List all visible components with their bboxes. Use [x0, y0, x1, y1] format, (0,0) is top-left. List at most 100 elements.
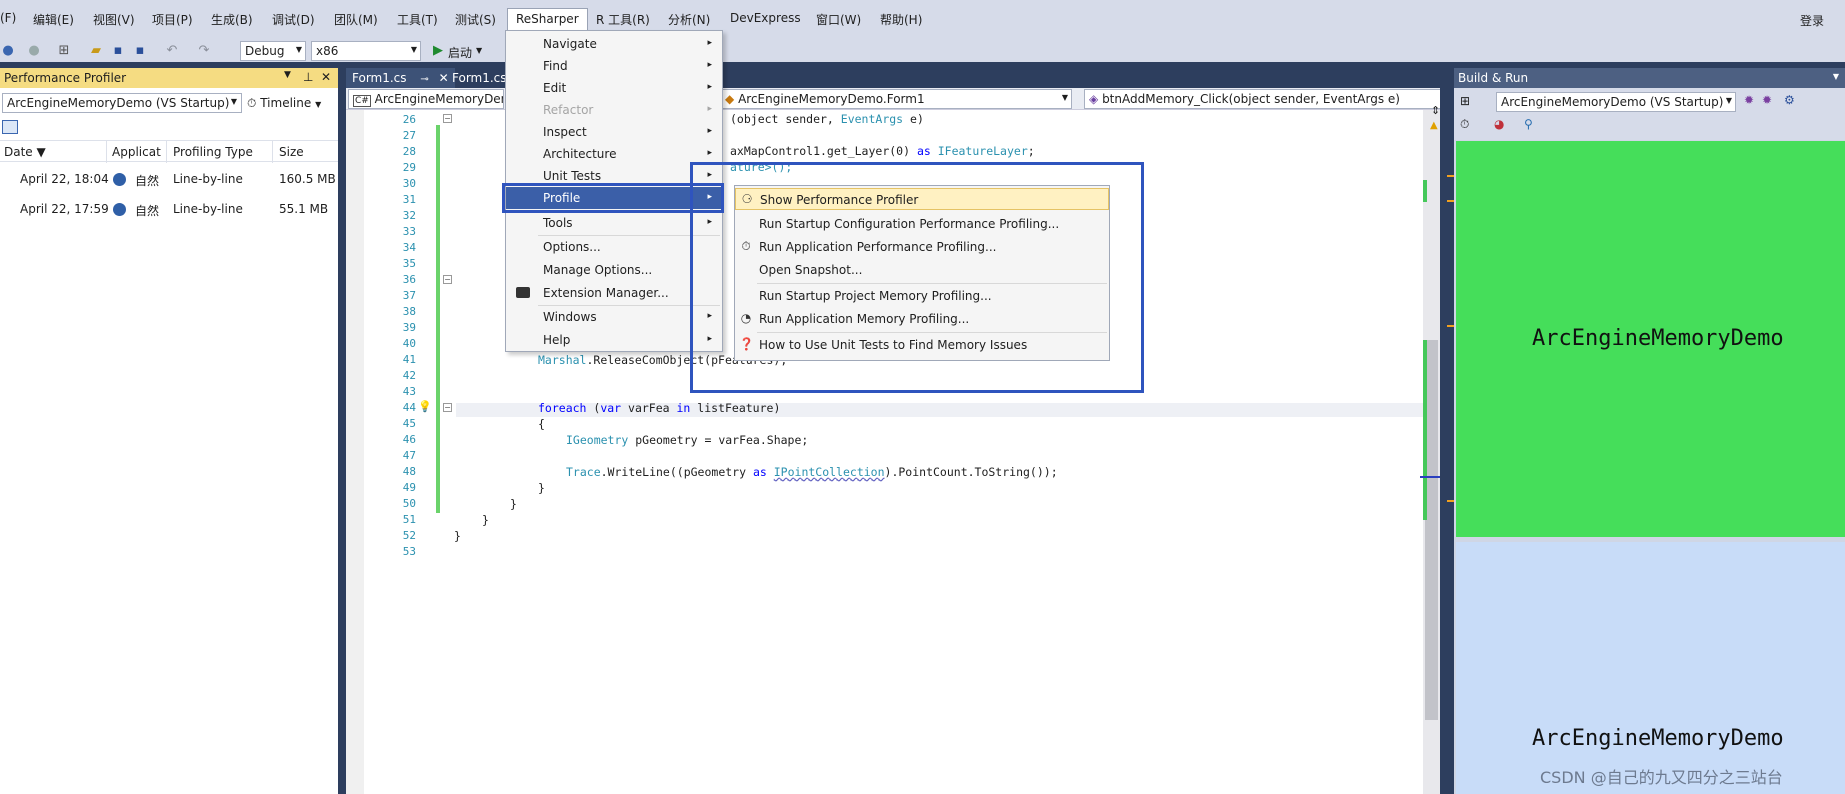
- submenu-arrow-icon: ▸: [707, 82, 712, 92]
- tab-form1-cs[interactable]: Form1.cs ⊸ ✕: [346, 68, 455, 88]
- menu-debug[interactable]: 调试(D): [272, 11, 315, 28]
- warning-icon[interactable]: ▲: [1430, 120, 1438, 131]
- line-number: 35: [402, 257, 416, 270]
- line-number: 38: [402, 305, 416, 318]
- code-keyword: foreach: [538, 401, 587, 415]
- line-number: 40: [402, 337, 416, 350]
- chevron-down-icon[interactable]: ▼: [1833, 72, 1839, 81]
- row-app: 自然: [135, 174, 160, 188]
- chevron-down-icon: ▼: [230, 97, 237, 106]
- fold-toggle[interactable]: −: [443, 403, 452, 412]
- menu-item-label: Refactor: [543, 103, 594, 117]
- menu-window[interactable]: 窗口(W): [816, 11, 861, 28]
- back-icon[interactable]: ●: [0, 43, 16, 59]
- settings-icon[interactable]: ⚙: [1784, 93, 1795, 107]
- menu-item-label: Extension Manager...: [543, 286, 669, 300]
- column-profiling-type[interactable]: Profiling Type: [173, 145, 253, 159]
- row-date: April 22, 18:04: [20, 172, 109, 186]
- member-nav-select[interactable]: ◈ btnAddMemory_Click(object sender, Even…: [1084, 89, 1451, 109]
- sort-desc-icon: ▼: [36, 145, 46, 159]
- column-size[interactable]: Size: [279, 145, 304, 159]
- save-icon[interactable]: ▪: [110, 43, 126, 59]
- split-icon[interactable]: ⇕: [1431, 104, 1440, 117]
- menu-analyze[interactable]: 分析(N): [668, 11, 710, 28]
- code-line-52: }: [454, 529, 461, 543]
- toolbar: ● ● ⊞ ▰ ▪ ▪ ↶ ↷ Debug ▼ x86 ▼ ▶ 启动 ▼: [0, 40, 1845, 62]
- code-line-48: Trace.WriteLine((pGeometry as IPointColl…: [566, 465, 1058, 479]
- menu-edit[interactable]: 编辑(E): [33, 11, 74, 28]
- menu-help[interactable]: 帮助(H): [880, 11, 922, 28]
- lightbulb-icon[interactable]: 💡: [418, 400, 432, 413]
- chevron-down-icon: ▼: [410, 45, 417, 54]
- panel-title-bar: Performance Profiler ▼ ⊥ ✕: [0, 68, 338, 88]
- chevron-down-icon: ▼: [295, 45, 302, 54]
- menu-tools[interactable]: 工具(T): [397, 11, 438, 28]
- column-application[interactable]: Applicat: [112, 145, 161, 159]
- panel-splitter[interactable]: [338, 68, 346, 794]
- menu-item-navigate[interactable]: Navigate ▸: [506, 33, 722, 55]
- pin-icon[interactable]: ⊸: [420, 74, 428, 85]
- project-tile-built[interactable]: ArcEngineMemoryDemo: [1456, 141, 1845, 537]
- row-type: Line-by-line: [173, 202, 243, 216]
- chevron-down-icon[interactable]: ▼: [476, 46, 482, 55]
- code-line-50: }: [510, 497, 517, 511]
- fold-toggle[interactable]: −: [443, 275, 452, 284]
- menu-r-tools[interactable]: R 工具(R): [596, 11, 650, 28]
- menu-file[interactable]: (F): [0, 11, 16, 25]
- menu-item-edit[interactable]: Edit ▸: [506, 77, 722, 99]
- undo-icon[interactable]: ↶: [164, 43, 180, 59]
- panel-title: Performance Profiler: [4, 71, 127, 85]
- build-config-icon[interactable]: ⊞: [1460, 94, 1470, 108]
- menu-item-label: Manage Options...: [543, 263, 653, 277]
- menu-item-label: Edit: [543, 81, 567, 95]
- snapshot-icon[interactable]: [2, 120, 18, 134]
- menu-team[interactable]: 团队(M): [334, 11, 378, 28]
- debug-icon[interactable]: ✹: [1744, 93, 1754, 107]
- project-tile-label: ArcEngineMemoryDemo: [1532, 326, 1784, 351]
- menu-item-label: Inspect: [543, 125, 587, 139]
- menu-build[interactable]: 生成(B): [211, 11, 253, 28]
- chevron-down-icon: ▼: [1725, 96, 1732, 105]
- tab-form1-cs-design[interactable]: Form1.cs: [446, 68, 513, 88]
- menu-view[interactable]: 视图(V): [93, 11, 135, 28]
- row-size: 55.1 MB: [279, 202, 329, 216]
- close-icon[interactable]: ✕: [321, 70, 331, 84]
- stopwatch-icon[interactable]: ⏱: [1460, 117, 1469, 132]
- project-tile[interactable]: ArcEngineMemoryDemo: [1456, 542, 1845, 794]
- menu-resharper[interactable]: ReSharper: [507, 8, 588, 32]
- start-button[interactable]: 启动: [448, 44, 472, 61]
- redo-icon[interactable]: ↷: [196, 43, 212, 59]
- open-folder-icon[interactable]: ▰: [88, 43, 104, 59]
- new-project-icon[interactable]: ⊞: [56, 43, 72, 59]
- project-nav-select[interactable]: C# ArcEngineMemoryDemo: [348, 89, 504, 109]
- save-all-icon[interactable]: ▪: [132, 43, 148, 59]
- menu-item-inspect[interactable]: Inspect ▸: [506, 121, 722, 143]
- code-type: IGeometry: [566, 433, 629, 447]
- pin-icon[interactable]: ⊥: [303, 70, 313, 84]
- menu-project[interactable]: 项目(P): [152, 11, 193, 28]
- menu-devexpress[interactable]: DevExpress: [730, 11, 801, 25]
- menu-test[interactable]: 测试(S): [455, 11, 496, 28]
- memory-icon[interactable]: ◕: [1494, 117, 1504, 131]
- login-link[interactable]: 登录: [1800, 12, 1824, 29]
- column-date[interactable]: Date ▼: [4, 145, 46, 159]
- tab-label: Form1.cs: [352, 71, 407, 85]
- menu-item-find[interactable]: Find ▸: [506, 55, 722, 77]
- chevron-down-icon[interactable]: ▼: [284, 70, 291, 80]
- method-icon: ◈: [1089, 92, 1099, 106]
- table-row[interactable]: April 22, 17:59 自然 Line-by-line 55.1 MB: [0, 197, 338, 221]
- forward-icon[interactable]: ●: [26, 43, 42, 59]
- fold-toggle[interactable]: −: [443, 114, 452, 123]
- class-nav-select[interactable]: ◆ ArcEngineMemoryDemo.Form1 ▼: [720, 89, 1072, 109]
- row-date: April 22, 17:59: [20, 202, 109, 216]
- search-icon[interactable]: ⚲: [1524, 117, 1533, 131]
- platform-select[interactable]: x86 ▼: [311, 41, 421, 61]
- build-project-select[interactable]: ArcEngineMemoryDemo (VS Startup) ▼: [1496, 92, 1736, 112]
- project-select[interactable]: ArcEngineMemoryDemo (VS Startup) ▼: [2, 93, 242, 113]
- timeline-dropdown[interactable]: ⏱ Timeline ▼: [247, 96, 321, 111]
- table-row[interactable]: April 22, 18:04 自然 Line-by-line 160.5 MB: [0, 167, 338, 191]
- configuration-select[interactable]: Debug ▼: [240, 41, 306, 61]
- class-nav-value: ArcEngineMemoryDemo.Form1: [738, 92, 925, 106]
- play-icon[interactable]: ▶: [430, 43, 446, 59]
- profile-icon[interactable]: ✹: [1762, 93, 1772, 107]
